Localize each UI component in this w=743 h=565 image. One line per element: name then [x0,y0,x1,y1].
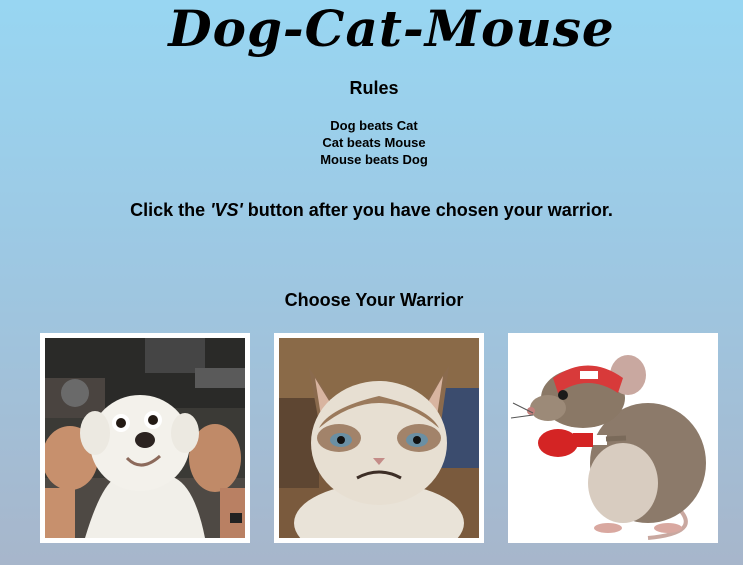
rules-list: Dog beats Cat Cat beats Mouse Mouse beat… [0,117,743,168]
instruction-after: button after you have chosen your warrio… [242,200,613,220]
vs-emphasis: 'VS' [210,200,243,220]
dog-image[interactable] [45,338,245,538]
warrior-card-cat[interactable] [274,333,484,543]
rules-heading: Rules [349,78,399,98]
rule-item: Mouse beats Dog [320,152,428,167]
mouse-image[interactable] [508,333,718,543]
cat-image[interactable] [279,338,479,538]
game-title: Dog-Cat-Mouse [168,0,615,58]
warrior-card-dog[interactable] [40,333,250,543]
rule-item: Cat beats Mouse [322,135,426,150]
choose-warrior-heading: Choose Your Warrior [284,290,464,310]
rule-item: Dog beats Cat [330,118,418,133]
instruction-text: Click the 'VS' button after you have cho… [0,200,743,221]
warrior-card-mouse[interactable] [508,333,718,543]
instruction-before: Click the [130,200,211,220]
